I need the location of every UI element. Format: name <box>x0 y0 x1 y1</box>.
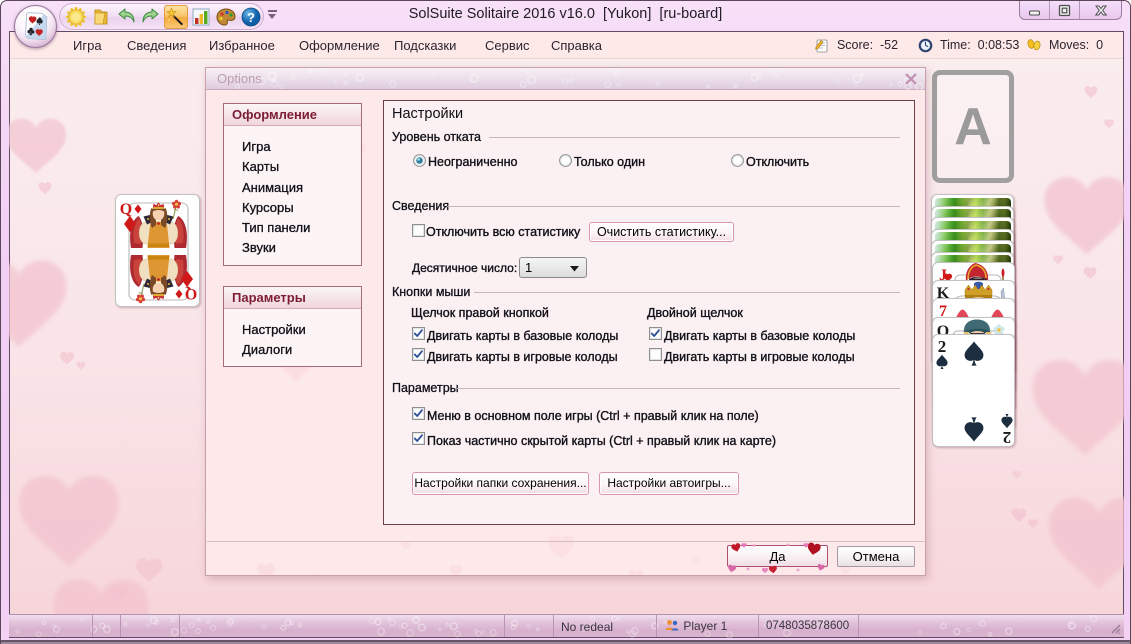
svg-text:Q: Q <box>185 285 197 302</box>
svg-text:2: 2 <box>938 337 947 356</box>
svg-text:Q: Q <box>120 201 132 218</box>
svg-text:2: 2 <box>1003 428 1012 447</box>
